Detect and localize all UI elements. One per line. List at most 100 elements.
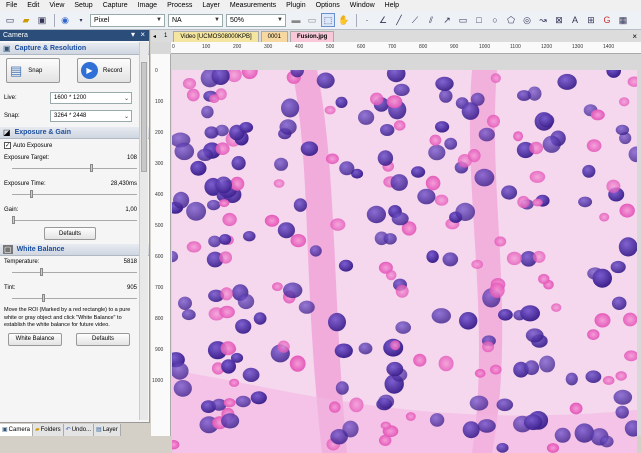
tab-undo[interactable]: ↶ Undo... [63,423,95,436]
zoom-select[interactable]: 50% ▼ [226,13,286,27]
red-blood-cell [517,195,530,209]
document-tabs: ◂ 1 Video [UCMOS08000KPB] 0001 Fusion.jp… [151,30,641,42]
select-rect-icon[interactable]: ⬚ [321,13,335,27]
nucleus-cell [431,308,451,324]
layer-icon: ▤ [96,427,102,433]
line-icon[interactable]: ╱ [392,13,406,27]
arrow-line-icon[interactable]: ↗ [440,13,454,27]
ruler-tick-label: 200 [155,130,164,136]
menu-file[interactable]: File [6,2,17,9]
na-select[interactable]: NA ▼ [168,13,223,27]
slider-thumb[interactable] [42,294,45,302]
text-icon[interactable]: A [568,13,582,27]
nucleus-cell [539,355,556,373]
close-tab-icon[interactable]: × [632,32,641,41]
panel-scrollbar[interactable] [139,42,148,420]
graph-icon[interactable]: G [600,13,614,27]
point-icon[interactable]: · [360,13,374,27]
fit-icon[interactable]: ▬ [289,13,303,27]
menu-plugin[interactable]: Plugin [286,2,305,9]
nucleus-cell [181,309,196,321]
menu-process[interactable]: Process [167,2,192,9]
exposure-section-header[interactable]: ◪ Exposure & Gain ⌃ [0,127,149,139]
record-button[interactable]: ▶ Record [77,58,131,83]
capture-section-header[interactable]: ▣ Capture & Resolution ⌃ [0,43,149,55]
slider-track [12,272,137,273]
exposure-time-slider[interactable] [12,190,137,198]
polyline-icon[interactable]: ⟋ [408,13,422,27]
tint-slider[interactable] [12,294,137,302]
parallel-icon[interactable]: ⫽ [424,13,438,27]
save-icon[interactable]: ▣ [35,13,49,27]
snap-resolution-select[interactable]: 3264 * 2448 ⌄ [50,110,132,122]
white-balance-button[interactable]: White Balance [8,332,62,346]
nucleus-cell [279,119,297,135]
menu-window[interactable]: Window [350,2,375,9]
scrollbar-thumb[interactable] [141,62,147,172]
display-icon[interactable]: ◉ [58,13,72,27]
menu-edit[interactable]: Edit [27,2,39,9]
menu-options[interactable]: Options [316,2,340,9]
tab-fusion[interactable]: Fusion.jpg [289,31,335,42]
circle-icon[interactable]: ○ [488,13,502,27]
rectangle-icon[interactable]: ▭ [456,13,470,27]
wb-defaults-button[interactable]: Defaults [76,332,130,346]
hand-icon[interactable]: ✋ [337,13,351,27]
exposure-target-label: Exposure Target: [4,155,50,161]
pin-icon[interactable]: ▾ [131,30,135,39]
gain-slider[interactable] [12,216,137,224]
unit-select[interactable]: Pixel ▼ [90,13,165,27]
tab-camera[interactable]: ▣ Camera [0,423,34,436]
nucleus-cell [358,109,375,125]
live-resolution-select[interactable]: 1600 * 1200 ⌄ [50,92,132,104]
menu-setup[interactable]: Setup [74,2,92,9]
curve-icon[interactable]: ↝ [536,13,550,27]
slider-thumb[interactable] [12,216,15,224]
new-file-icon[interactable]: ▭ [3,13,17,27]
snap-button[interactable]: ▤ Snap [6,58,60,83]
white-balance-section-header[interactable]: ▢ White Balance ⌃ [0,244,149,256]
red-blood-cell [186,88,200,102]
menu-capture[interactable]: Capture [103,2,128,9]
tab-video[interactable]: Video [UCMOS08000KPB] [173,31,259,42]
menu-layer[interactable]: Layer [202,2,220,9]
auto-exposure-checkbox[interactable]: ✓ [4,142,11,149]
temperature-slider[interactable] [12,268,137,276]
close-icon[interactable]: × [140,30,145,39]
menu-measurements[interactable]: Measurements [230,2,276,9]
red-blood-cell [513,131,524,142]
tab-0001[interactable]: 0001 [260,31,288,42]
red-blood-cell [467,149,481,163]
tint-label: Tint: [4,285,16,291]
nucleus-cell [342,420,359,438]
tab-layer[interactable]: ▤ Layer [94,423,121,436]
menu-help[interactable]: Help [385,2,399,9]
tab-left-arrow-icon[interactable]: ◂ [151,33,158,40]
open-folder-icon[interactable]: ▰ [19,13,33,27]
menu-view[interactable]: View [49,2,64,9]
slider-thumb[interactable] [90,164,93,172]
microscope-image[interactable] [172,70,637,453]
slider-thumb[interactable] [40,268,43,276]
nucleus-cell [444,137,458,150]
square-icon[interactable]: □ [472,13,486,27]
menu-image[interactable]: Image [138,2,157,9]
polygon-icon[interactable]: ⬠ [504,13,518,27]
tab-folders[interactable]: ▰ Folders [33,423,64,436]
grid-icon[interactable]: ⊞ [584,13,598,27]
actual-size-icon[interactable]: ▭ [305,13,319,27]
exposure-target-slider[interactable] [12,164,137,172]
options-icon[interactable]: ▦ [616,13,630,27]
nucleus-cell [339,161,355,176]
nucleus-cell [435,76,454,91]
angle-icon[interactable]: ∠ [376,13,390,27]
nucleus-cell [281,98,300,118]
target-icon[interactable]: ◎ [520,13,534,27]
calibration-icon[interactable]: ⊠ [552,13,566,27]
chevron-down-icon[interactable]: ▾ [74,13,88,27]
exposure-defaults-button[interactable]: Defaults [44,227,96,240]
nucleus-cell [173,380,192,397]
nucleus-cell [390,174,408,191]
nucleus-cell [211,398,227,411]
slider-thumb[interactable] [30,190,33,198]
